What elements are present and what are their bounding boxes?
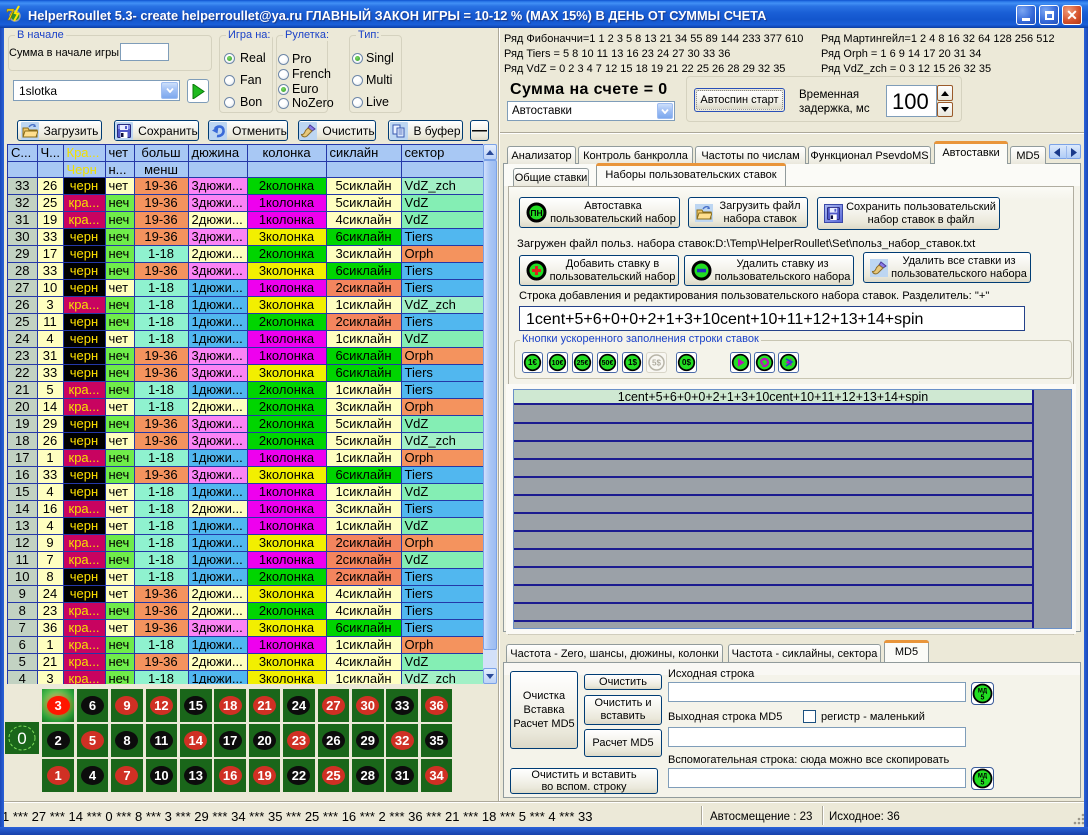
svg-text:ПН: ПН <box>530 208 542 218</box>
svg-text:1$: 1$ <box>628 358 637 367</box>
svg-text:5$: 5$ <box>652 359 661 368</box>
svg-text:5: 5 <box>981 695 985 702</box>
svg-text:25€: 25€ <box>577 360 589 367</box>
svg-text:0$: 0$ <box>682 358 691 367</box>
svg-text:10€: 10€ <box>552 360 564 367</box>
svg-text:1€: 1€ <box>528 358 537 367</box>
svg-text:50€: 50€ <box>602 360 614 367</box>
svg-text:0: 0 <box>17 729 26 748</box>
svg-text:7: 7 <box>6 5 15 24</box>
svg-text:5: 5 <box>981 780 985 787</box>
